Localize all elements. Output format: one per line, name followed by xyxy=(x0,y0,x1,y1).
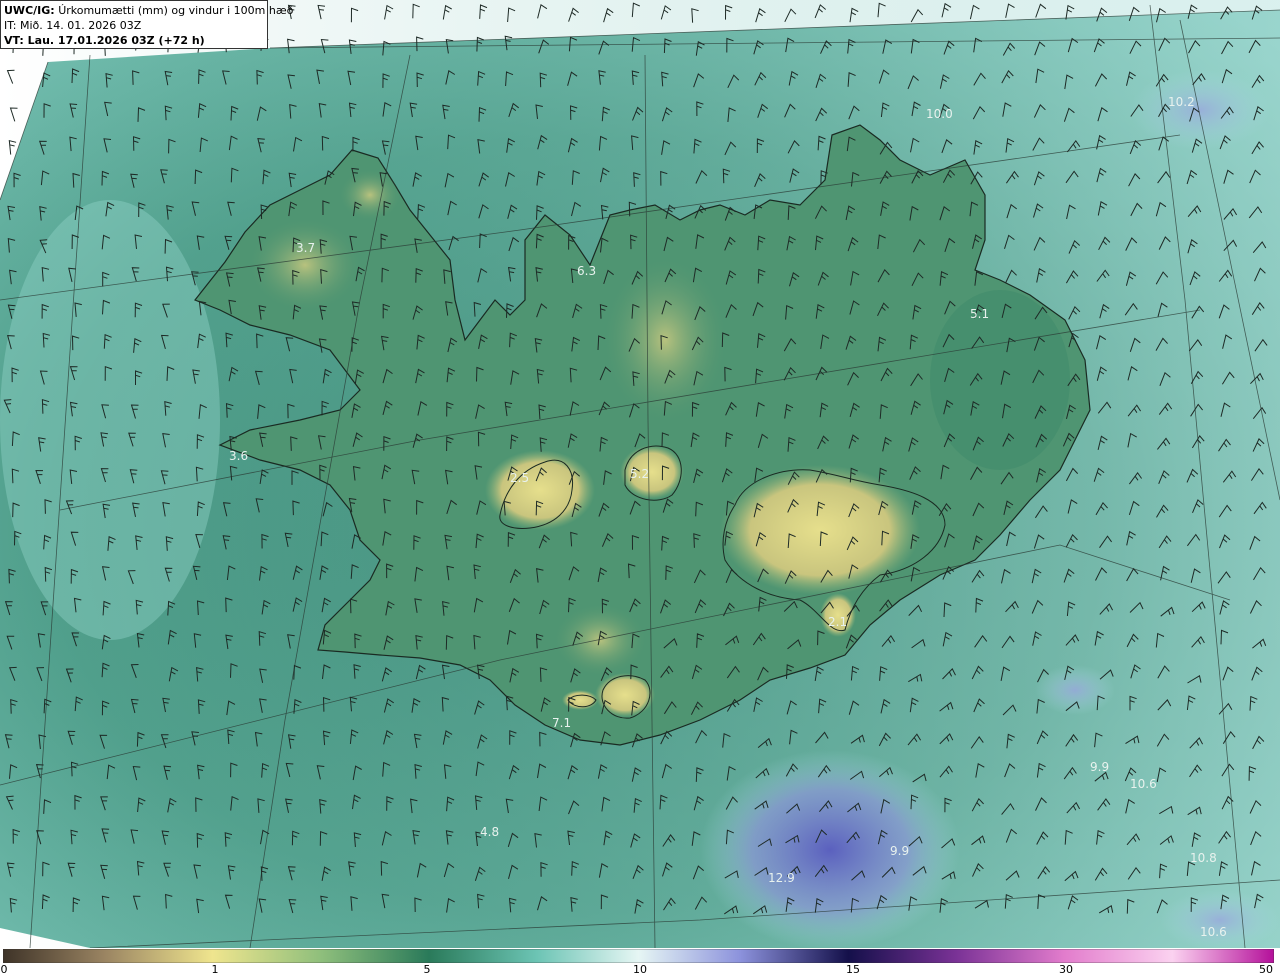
product-code: UWC/IG: xyxy=(4,4,55,17)
forecast-map: 10.0 10.2 3.7 6.3 5.1 3.6 2.5 5.2 2.1 7.… xyxy=(0,0,1280,948)
value-westfjords: 3.7 xyxy=(296,241,315,255)
map-header: UWC/IG: Úrkomumætti (mm) og vindur i 100… xyxy=(0,0,293,49)
value-se-sea-2: 9.9 xyxy=(890,844,909,858)
colorbar-tick-5: 5 xyxy=(423,963,431,976)
westfjords-high xyxy=(250,220,360,310)
value-vatnajokull-south: 2.1 xyxy=(828,615,847,629)
value-far-se: 10.6 xyxy=(1130,777,1157,791)
langjokull-glacier xyxy=(485,450,595,530)
value-snaefellsnes: 3.6 xyxy=(229,449,248,463)
value-south-coast: 7.1 xyxy=(552,716,571,730)
south-highlands xyxy=(555,605,645,675)
value-langjokull: 2.5 xyxy=(510,471,529,485)
value-east: 5.1 xyxy=(970,307,989,321)
eastfjords xyxy=(930,290,1070,470)
heavy-precip-ne xyxy=(1130,70,1270,150)
trollaskagi xyxy=(605,260,725,420)
colorbar-tick-10: 10 xyxy=(633,963,647,976)
issue-time: IT: Mið. 14. 01. 2026 03Z xyxy=(4,19,142,32)
colorbar xyxy=(3,949,1274,963)
value-se-sea: 12.9 xyxy=(768,871,795,885)
product-line: UWC/IG: Úrkomumætti (mm) og vindur i 100… xyxy=(4,3,293,18)
heavy-precip-se xyxy=(700,750,960,948)
drangajokull xyxy=(340,170,400,220)
colorbar-tick-15: 15 xyxy=(846,963,860,976)
value-far-se-3: 10.8 xyxy=(1190,851,1217,865)
west-sea-shade xyxy=(0,200,220,640)
heavy-precip-corner xyxy=(1160,890,1280,948)
colorbar-tick-50: 50 xyxy=(1259,963,1273,976)
vatnajokull-glacier xyxy=(720,465,920,595)
value-north: 6.3 xyxy=(577,264,596,278)
colorbar-tick-0: 0 xyxy=(0,963,8,976)
colorbar-tick-30: 30 xyxy=(1059,963,1073,976)
value-south-sea: 4.8 xyxy=(480,825,499,839)
value-far-se-2: 9.9 xyxy=(1090,760,1109,774)
colorbar-tick-1: 1 xyxy=(211,963,219,976)
map-canvas: 10.0 10.2 3.7 6.3 5.1 3.6 2.5 5.2 2.1 7.… xyxy=(0,0,1280,948)
myrdalsjokull xyxy=(595,673,655,717)
value-bottom-right: 10.6 xyxy=(1200,925,1227,939)
map-title: Úrkomumætti (mm) og vindur i 100m hæð xyxy=(58,4,294,17)
value-ne-sea: 10.0 xyxy=(926,107,953,121)
valid-time: VT: Lau. 17.01.2026 03Z (+72 h) xyxy=(4,34,205,47)
value-far-ne: 10.2 xyxy=(1168,95,1195,109)
value-hofsjokull: 5.2 xyxy=(630,467,649,481)
